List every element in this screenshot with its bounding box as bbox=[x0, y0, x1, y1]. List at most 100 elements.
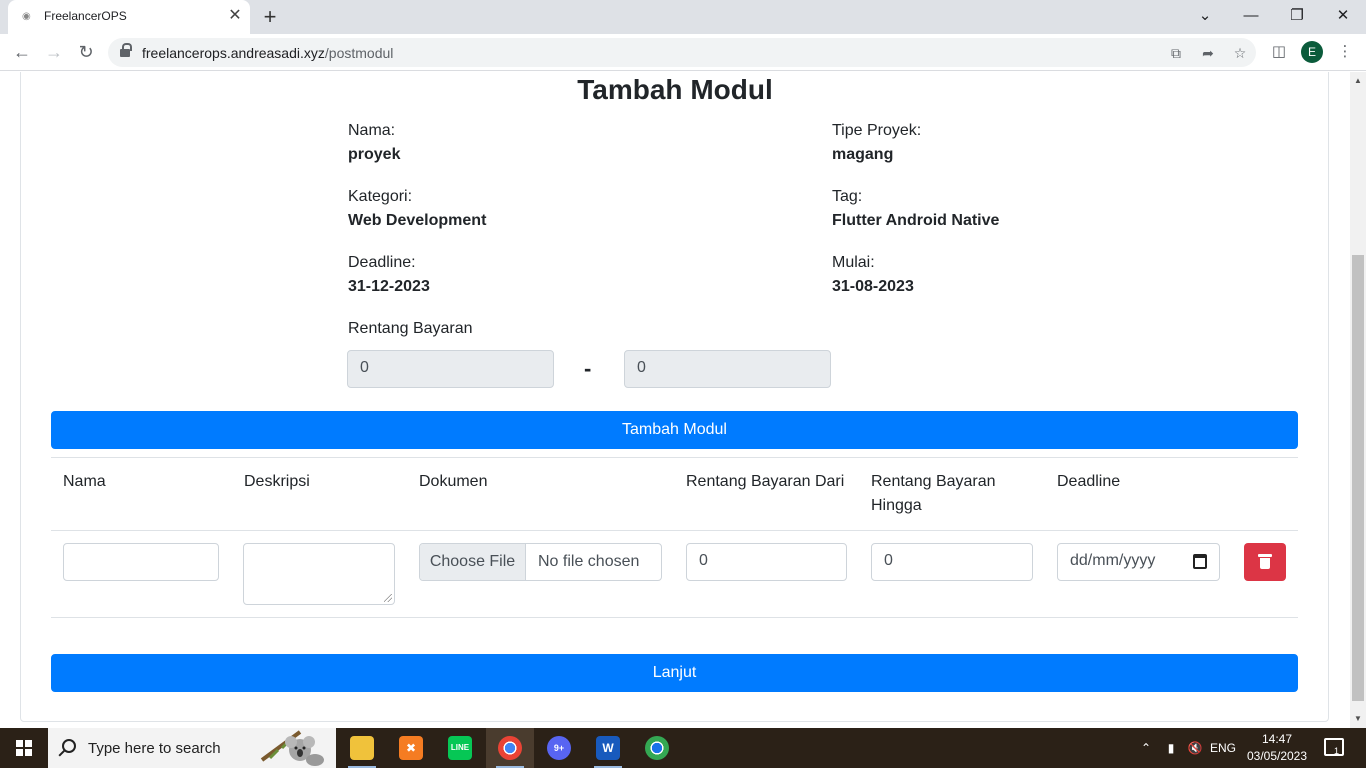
bookmark-star-icon[interactable]: ☆ bbox=[1230, 43, 1250, 63]
taskbar-file-explorer[interactable] bbox=[338, 728, 386, 768]
folder-icon bbox=[350, 736, 374, 760]
tipe-proyek-label: Tipe Proyek: bbox=[832, 122, 922, 139]
bayaran-dari-input[interactable]: 0 bbox=[686, 543, 847, 581]
rentang-max-input[interactable]: 0 bbox=[624, 350, 831, 388]
taskbar-clock[interactable]: 14:47 03/05/2023 bbox=[1244, 731, 1310, 765]
word-icon: W bbox=[596, 736, 620, 760]
browser-toolbar: ← → ↻ freelancerops.andreasadi.xyz/postm… bbox=[0, 34, 1366, 71]
deadline-label: Deadline: bbox=[348, 254, 416, 271]
browser-tab[interactable]: ◉ FreelancerOPS ✕ bbox=[8, 0, 250, 34]
page-viewport: Tambah Modul Nama: proyek Tipe Proyek: m… bbox=[0, 72, 1350, 728]
page-scrollbar[interactable]: ▲ ▼ bbox=[1350, 72, 1366, 728]
side-panel-icon[interactable]: ◫ bbox=[1268, 41, 1290, 63]
koala-search-highlight-icon bbox=[260, 730, 324, 766]
language-indicator[interactable]: ENG bbox=[1208, 728, 1238, 768]
reload-button[interactable]: ↻ bbox=[74, 40, 98, 64]
kategori-value: Web Development bbox=[348, 212, 487, 229]
start-button[interactable] bbox=[0, 728, 48, 768]
mulai-label: Mulai: bbox=[832, 254, 875, 271]
tambah-modul-button[interactable]: Tambah Modul bbox=[51, 411, 1298, 449]
tag-value: Flutter Android Native bbox=[832, 212, 1000, 229]
resize-grip-icon[interactable] bbox=[384, 594, 392, 602]
chrome-profile-icon bbox=[645, 736, 669, 760]
new-tab-button[interactable]: + bbox=[258, 5, 282, 29]
restore-button[interactable]: ❐ bbox=[1282, 4, 1312, 28]
profile-avatar[interactable]: E bbox=[1301, 41, 1323, 63]
windows-logo-icon bbox=[16, 740, 32, 756]
xampp-icon: ✖ bbox=[399, 736, 423, 760]
calendar-icon[interactable] bbox=[1193, 554, 1207, 569]
form-card bbox=[20, 72, 1329, 722]
minimize-button[interactable]: — bbox=[1236, 4, 1266, 28]
chrome-icon bbox=[498, 736, 522, 760]
notification-center-icon[interactable]: 1 bbox=[1324, 738, 1344, 756]
search-icon bbox=[62, 739, 76, 753]
url-text[interactable]: freelancerops.andreasadi.xyz/postmodul bbox=[142, 45, 393, 61]
table-bottom-border bbox=[51, 617, 1298, 618]
lock-icon[interactable] bbox=[120, 43, 132, 58]
rentang-bayaran-label: Rentang Bayaran bbox=[348, 320, 473, 337]
notification-count: 1 bbox=[1334, 746, 1340, 756]
table-top-border bbox=[51, 457, 1298, 458]
bayaran-hingga-input[interactable]: 0 bbox=[871, 543, 1033, 581]
kategori-label: Kategori: bbox=[348, 188, 413, 205]
volume-muted-icon[interactable]: 🔇 bbox=[1184, 728, 1206, 768]
clock-time: 14:47 bbox=[1261, 732, 1293, 746]
header-deskripsi: Deskripsi bbox=[244, 473, 310, 490]
favicon-icon: ◉ bbox=[22, 11, 31, 22]
modul-deadline-date-input[interactable]: dd/mm/yyyy bbox=[1057, 543, 1220, 581]
close-tab-icon[interactable]: ✕ bbox=[226, 7, 244, 25]
windows-taskbar: Type here to search ✖ LINE 9+ W ⌃ ▮ 🔇 EN… bbox=[0, 728, 1366, 768]
browser-tab-bar: ◉ FreelancerOPS ✕ + ⌄ — ❐ ✕ bbox=[0, 0, 1366, 34]
lanjut-button[interactable]: Lanjut bbox=[51, 654, 1298, 692]
taskbar-search-box[interactable]: Type here to search bbox=[48, 728, 336, 768]
deadline-value: 31-12-2023 bbox=[348, 278, 430, 295]
scroll-thumb[interactable] bbox=[1352, 255, 1364, 701]
tipe-proyek-value: magang bbox=[832, 146, 894, 163]
range-separator: - bbox=[584, 356, 592, 381]
modul-deskripsi-textarea[interactable] bbox=[243, 543, 395, 605]
header-dokumen: Dokumen bbox=[419, 473, 488, 490]
rentang-min-input[interactable]: 0 bbox=[347, 350, 554, 388]
tab-search-icon[interactable]: ⌄ bbox=[1190, 4, 1220, 28]
mulai-value: 31-08-2023 bbox=[832, 278, 914, 295]
scroll-down-arrow-icon[interactable]: ▼ bbox=[1350, 712, 1366, 726]
forward-button[interactable]: → bbox=[42, 40, 66, 64]
trash-icon bbox=[1258, 554, 1272, 569]
nama-label: Nama: bbox=[348, 122, 396, 139]
taskbar-xampp[interactable]: ✖ bbox=[387, 728, 435, 768]
taskbar-word[interactable]: W bbox=[584, 728, 632, 768]
delete-row-button[interactable] bbox=[1244, 543, 1286, 581]
share-icon[interactable]: ➦ bbox=[1198, 43, 1218, 63]
battery-icon[interactable]: ▮ bbox=[1160, 728, 1182, 768]
discord-icon: 9+ bbox=[547, 736, 571, 760]
date-placeholder: dd/mm/yyyy bbox=[1070, 552, 1156, 569]
header-deadline: Deadline bbox=[1057, 473, 1121, 490]
scroll-up-arrow-icon[interactable]: ▲ bbox=[1350, 74, 1366, 88]
clock-date: 03/05/2023 bbox=[1246, 749, 1308, 763]
line-icon: LINE bbox=[448, 736, 472, 760]
page-title: Tambah Modul bbox=[577, 74, 773, 105]
tab-title: FreelancerOPS bbox=[44, 9, 127, 23]
nama-value: proyek bbox=[348, 146, 401, 163]
taskbar-line[interactable]: LINE bbox=[436, 728, 484, 768]
table-header-border bbox=[51, 530, 1298, 531]
close-window-button[interactable]: ✕ bbox=[1328, 4, 1358, 28]
search-placeholder: Type here to search bbox=[88, 740, 221, 757]
header-rentang-hingga: Rentang Bayaran Hingga bbox=[871, 473, 996, 514]
taskbar-chrome-alt[interactable] bbox=[633, 728, 681, 768]
taskbar-discord[interactable]: 9+ bbox=[535, 728, 583, 768]
tag-label: Tag: bbox=[832, 188, 863, 205]
file-status-text: No file chosen bbox=[538, 553, 640, 570]
choose-file-button[interactable]: Choose File bbox=[420, 544, 526, 580]
open-in-app-icon[interactable]: ⧉ bbox=[1166, 43, 1186, 63]
modul-nama-input[interactable] bbox=[63, 543, 219, 581]
header-nama: Nama bbox=[63, 473, 106, 490]
header-rentang-dari: Rentang Bayaran Dari bbox=[686, 473, 845, 490]
address-bar[interactable]: freelancerops.andreasadi.xyz/postmodul ⧉… bbox=[108, 38, 1256, 67]
show-hidden-icons-icon[interactable]: ⌃ bbox=[1136, 728, 1156, 768]
menu-kebab-icon[interactable]: ⋮ bbox=[1334, 41, 1356, 63]
modul-dokumen-file-input[interactable]: Choose File No file chosen bbox=[419, 543, 662, 581]
taskbar-chrome[interactable] bbox=[486, 728, 534, 768]
back-button[interactable]: ← bbox=[10, 40, 34, 64]
